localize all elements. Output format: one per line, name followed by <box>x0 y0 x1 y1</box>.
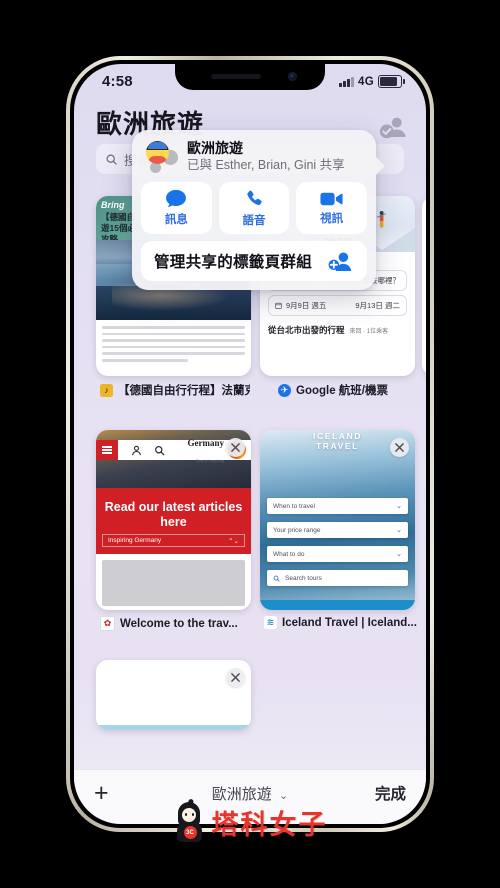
calendar-icon <box>275 302 282 309</box>
screenshot-root: 4:58 4G 歐洲旅遊 搜尋 <box>0 0 500 888</box>
video-action-label: 視訊 <box>320 212 344 225</box>
search-icon <box>106 154 117 165</box>
earpiece-speaker <box>211 74 261 79</box>
phone-screen: 4:58 4G 歐洲旅遊 搜尋 <box>74 64 426 824</box>
message-action-label: 訊息 <box>164 214 188 226</box>
search-icon <box>273 575 280 582</box>
chevron-down-icon: ⌄ <box>396 527 402 534</box>
watermark-text: 塔科女子 <box>211 809 328 840</box>
promo-heading: Read our latest articles here <box>104 500 243 529</box>
inspiring-germany-select[interactable]: Inspiring Germany ⌃⌄ <box>102 534 245 547</box>
tab-label-germany-travel: ✿ Welcome to the trav... <box>100 616 250 631</box>
voice-action-label: 語音 <box>242 214 266 227</box>
search-icon[interactable] <box>154 445 165 456</box>
popover-shared-with: 已與 Esther, Brian, Gini 共享 <box>187 158 345 172</box>
germany-travel-favicon: ✿ <box>100 616 115 631</box>
price-range-select[interactable]: Your price range ⌄ <box>267 522 408 538</box>
tab-label-iceland-travel: ≋ Iceland Travel | Iceland... <box>264 616 419 629</box>
video-action-button[interactable]: 視訊 <box>296 182 368 234</box>
tab-card-partial-right[interactable]: 瀏覽共享 <box>422 196 426 376</box>
mascot-girl-icon: 3C <box>173 798 207 842</box>
popover-header: 歐洲旅遊 已與 Esther, Brian, Gini 共享 <box>141 140 367 182</box>
shared-tab-group-popover: 歐洲旅遊 已與 Esther, Brian, Gini 共享 訊息 語音 視訊 … <box>132 130 385 290</box>
mascot-badge: 3C <box>183 826 197 839</box>
chevron-down-icon: ⌄ <box>396 551 402 558</box>
close-icon <box>395 443 404 452</box>
red-promo-band: Read our latest articles here Inspiring … <box>96 488 251 554</box>
status-time: 4:58 <box>102 73 133 90</box>
when-to-travel-select[interactable]: When to travel ⌄ <box>267 498 408 514</box>
article-text-lines <box>102 326 245 366</box>
manage-shared-tab-group-button[interactable]: 管理共享的標籤頁群組 <box>141 241 367 281</box>
cellular-signal-icon <box>339 76 355 87</box>
bottom-accent-bar <box>260 600 415 610</box>
close-icon <box>231 673 240 682</box>
search-tours-input[interactable]: Search tours <box>267 570 408 586</box>
popover-group-name: 歐洲旅遊 <box>187 140 243 156</box>
close-tab-partial-bottom[interactable] <box>226 668 245 687</box>
yellow-square-favicon: ♪ <box>100 383 113 397</box>
status-indicators: 4G <box>339 75 405 88</box>
person-add-icon <box>328 252 351 271</box>
tab-card-germany-travel[interactable]: Germany Simply inspiring Read our latest… <box>96 430 251 610</box>
tab-label-google-flights: ✈ Google 航班/機票 <box>278 382 418 398</box>
watermark: 3C 塔科女子 <box>0 798 500 846</box>
phone-handset-icon <box>247 190 262 205</box>
message-action-button[interactable]: 訊息 <box>141 182 212 234</box>
site-brand: Germany Simply inspiring <box>187 438 225 463</box>
what-to-do-select[interactable]: What to do ⌄ <box>267 546 408 562</box>
close-tab-germany-travel[interactable] <box>226 438 245 457</box>
flights-dates-row[interactable]: 9月9日 週五 9月13日 週二 <box>268 295 407 316</box>
person-check-icon[interactable] <box>378 112 408 142</box>
video-camera-icon <box>320 192 343 205</box>
battery-icon <box>378 75 405 88</box>
iceland-travel-favicon: ≋ <box>264 616 277 629</box>
group-avatar-icon <box>146 140 178 173</box>
manage-label: 管理共享的標籤頁群組 <box>154 254 313 271</box>
chevron-down-icon: ⌄ <box>396 503 402 510</box>
message-bubble-icon <box>166 189 187 208</box>
tab-label-germany-itinerary: ♪ 【德國自由行行程】法蘭克... <box>100 382 250 398</box>
return-date-field[interactable]: 9月13日 週二 <box>338 300 407 311</box>
bottom-accent-bar <box>96 725 251 730</box>
person-icon[interactable] <box>131 445 142 456</box>
flights-summary: 從台北市出發的行程 來回 · 1位乘客 <box>268 325 389 335</box>
network-type-label: 4G <box>358 75 374 88</box>
phone-notch <box>175 64 325 90</box>
tab-card-iceland-travel[interactable]: ICELAND TRAVEL When to travel ⌄ Your pri… <box>260 430 415 610</box>
depart-date-field[interactable]: 9月9日 週五 <box>269 300 338 311</box>
close-tab-iceland-travel[interactable] <box>390 438 409 457</box>
content-placeholder <box>102 560 245 606</box>
close-icon <box>231 443 240 452</box>
voice-action-button[interactable]: 語音 <box>218 182 290 234</box>
chevron-updown-icon: ⌃⌄ <box>228 537 239 545</box>
front-camera <box>288 72 297 81</box>
popover-actions: 訊息 語音 視訊 <box>141 182 368 234</box>
google-flights-favicon: ✈ <box>278 383 291 397</box>
hamburger-menu-icon[interactable] <box>96 440 118 460</box>
site-logo: Bring <box>101 200 125 210</box>
